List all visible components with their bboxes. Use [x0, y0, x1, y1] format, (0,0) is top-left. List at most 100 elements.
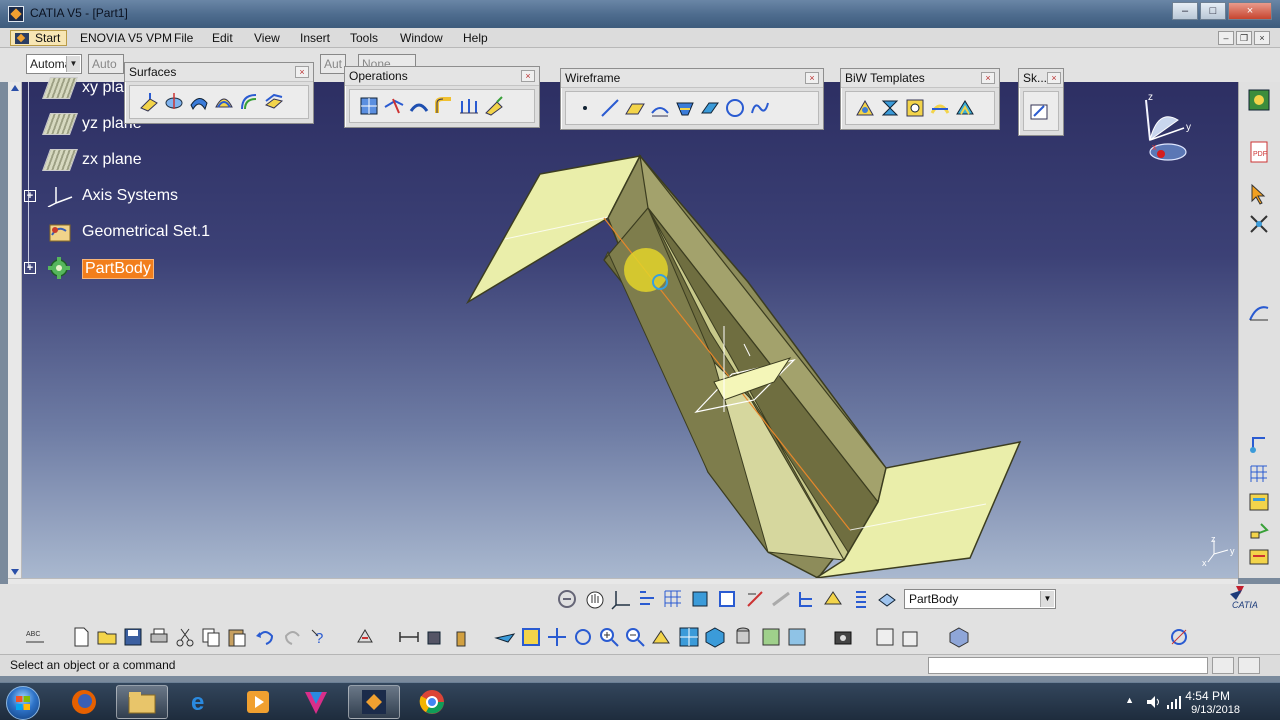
auto-combo[interactable]: Auto: [88, 54, 124, 74]
measure-icon[interactable]: [744, 588, 766, 610]
redo-icon[interactable]: [282, 626, 304, 648]
fillet-icon[interactable]: [408, 95, 430, 117]
expand-icon[interactable]: +: [24, 262, 36, 274]
tree-expand-icon[interactable]: [636, 588, 658, 610]
media-player-taskbar-icon[interactable]: [232, 685, 284, 719]
axis-tool-icon[interactable]: [610, 588, 632, 610]
maximize-button[interactable]: □: [1200, 2, 1226, 20]
clock-date[interactable]: 9/13/2018: [1191, 704, 1240, 716]
wireframe-toolbar[interactable]: Wireframe ×: [560, 68, 824, 130]
open-folder-icon[interactable]: [96, 626, 118, 648]
fill-surface-icon[interactable]: [238, 91, 260, 113]
split-icon[interactable]: [383, 95, 405, 117]
zoom-in-icon[interactable]: [598, 626, 620, 648]
multi-view-icon[interactable]: [678, 626, 700, 648]
intersection-icon[interactable]: [674, 97, 696, 119]
copy-icon[interactable]: [200, 626, 222, 648]
paste-icon[interactable]: [226, 626, 248, 648]
translate-icon[interactable]: [458, 95, 480, 117]
selection-traps-icon[interactable]: [1247, 212, 1271, 236]
part-geometry[interactable]: [8, 82, 1238, 578]
distance-icon[interactable]: [398, 626, 420, 648]
rotate-icon[interactable]: [572, 626, 594, 648]
compass-icon[interactable]: z y x: [1130, 90, 1210, 172]
sweep-surface-icon[interactable]: [213, 91, 235, 113]
status-button-2[interactable]: [1238, 657, 1260, 674]
undo-icon[interactable]: [254, 626, 276, 648]
explorer-taskbar-icon[interactable]: [116, 685, 168, 719]
material-bottle-icon[interactable]: [450, 626, 472, 648]
3d-viewport[interactable]: z y x z y x: [8, 82, 1238, 578]
multi-section-surface-icon[interactable]: [263, 91, 285, 113]
tray-expand-icon[interactable]: ▲: [1125, 695, 1134, 705]
catalog-browser-icon[interactable]: [1247, 490, 1271, 514]
window-titlebar[interactable]: CATIA V5 - [Part1] – □ ×: [0, 0, 1280, 28]
extrapolate-icon[interactable]: [483, 95, 505, 117]
stack-icon[interactable]: [850, 588, 872, 610]
catia-taskbar-icon[interactable]: [348, 685, 400, 719]
surfaces-toolbar[interactable]: Surfaces ×: [124, 62, 314, 124]
edge-fillet-icon[interactable]: [433, 95, 455, 117]
parallel-curve-icon[interactable]: [699, 97, 721, 119]
menu-window[interactable]: Window: [400, 31, 443, 45]
menu-edit[interactable]: Edit: [212, 31, 233, 45]
scroll-up-icon[interactable]: [11, 85, 19, 91]
catia-app-icon[interactable]: [8, 6, 24, 22]
offset-surface-icon[interactable]: [188, 91, 210, 113]
scroll-down-icon[interactable]: [11, 569, 19, 575]
circle-icon[interactable]: [724, 97, 746, 119]
abc-text-icon[interactable]: ABC: [24, 626, 46, 648]
network-icon[interactable]: [1166, 695, 1182, 709]
swap-visible-icon[interactable]: [786, 626, 808, 648]
pdf-export-icon[interactable]: PDF: [1247, 140, 1271, 164]
measure-item-icon[interactable]: [770, 588, 792, 610]
hole-icon[interactable]: [904, 97, 926, 119]
biw-templates-toolbar[interactable]: BiW Templates ×: [840, 68, 1000, 130]
operations-toolbar[interactable]: Operations ×: [344, 66, 540, 128]
menu-enovia[interactable]: ENOVIA V5 VPM: [80, 31, 172, 45]
status-button-1[interactable]: [1212, 657, 1234, 674]
update-icon[interactable]: [354, 626, 376, 648]
analysis-icon[interactable]: [1168, 626, 1190, 648]
pan-hand-icon[interactable]: [584, 588, 606, 610]
revolve-surface-icon[interactable]: [163, 91, 185, 113]
isometric-view-icon[interactable]: [704, 626, 726, 648]
menu-insert[interactable]: Insert: [300, 31, 330, 45]
spline-icon[interactable]: [749, 97, 771, 119]
doc-minimize-button[interactable]: –: [1218, 31, 1234, 45]
diabolo-icon[interactable]: [879, 97, 901, 119]
aut-combo[interactable]: Aut: [320, 54, 346, 74]
normal-view-icon[interactable]: [650, 626, 672, 648]
define-in-work-object-icon[interactable]: [876, 588, 898, 610]
grid-pattern-icon[interactable]: [1247, 462, 1271, 486]
menu-file[interactable]: File: [174, 31, 193, 45]
hide-icon[interactable]: [760, 626, 782, 648]
extrude-surface-icon[interactable]: [138, 91, 160, 113]
workbench-icon[interactable]: [1247, 88, 1271, 112]
power-input-field[interactable]: [928, 657, 1208, 674]
law-curve-icon[interactable]: [1247, 300, 1271, 324]
clock-time[interactable]: 4:54 PM: [1185, 689, 1230, 703]
power-copy-icon[interactable]: [1247, 544, 1271, 568]
close-icon[interactable]: ×: [805, 72, 819, 84]
pan-icon[interactable]: [546, 626, 568, 648]
menu-start[interactable]: Start: [10, 30, 68, 46]
capture-icon[interactable]: [832, 626, 854, 648]
menu-view[interactable]: View: [254, 31, 280, 45]
apply-material-icon[interactable]: [822, 588, 844, 610]
grid-icon[interactable]: [662, 588, 684, 610]
join-icon[interactable]: [358, 95, 380, 117]
minimize-button[interactable]: –: [1172, 2, 1198, 20]
internet-explorer-taskbar-icon[interactable]: e: [174, 685, 226, 719]
fly-plane-icon[interactable]: [494, 626, 516, 648]
print-icon[interactable]: [148, 626, 170, 648]
sketch-icon[interactable]: [1028, 100, 1050, 122]
zoom-out-icon[interactable]: [624, 626, 646, 648]
3d-compass-icon[interactable]: [948, 626, 970, 648]
cut-icon[interactable]: [174, 626, 196, 648]
dashboard-icon[interactable]: [874, 626, 896, 648]
repeat-object-icon[interactable]: [1247, 518, 1271, 542]
save-icon[interactable]: [122, 626, 144, 648]
firefox-taskbar-icon[interactable]: [58, 685, 110, 719]
expand-icon[interactable]: +: [24, 190, 36, 202]
